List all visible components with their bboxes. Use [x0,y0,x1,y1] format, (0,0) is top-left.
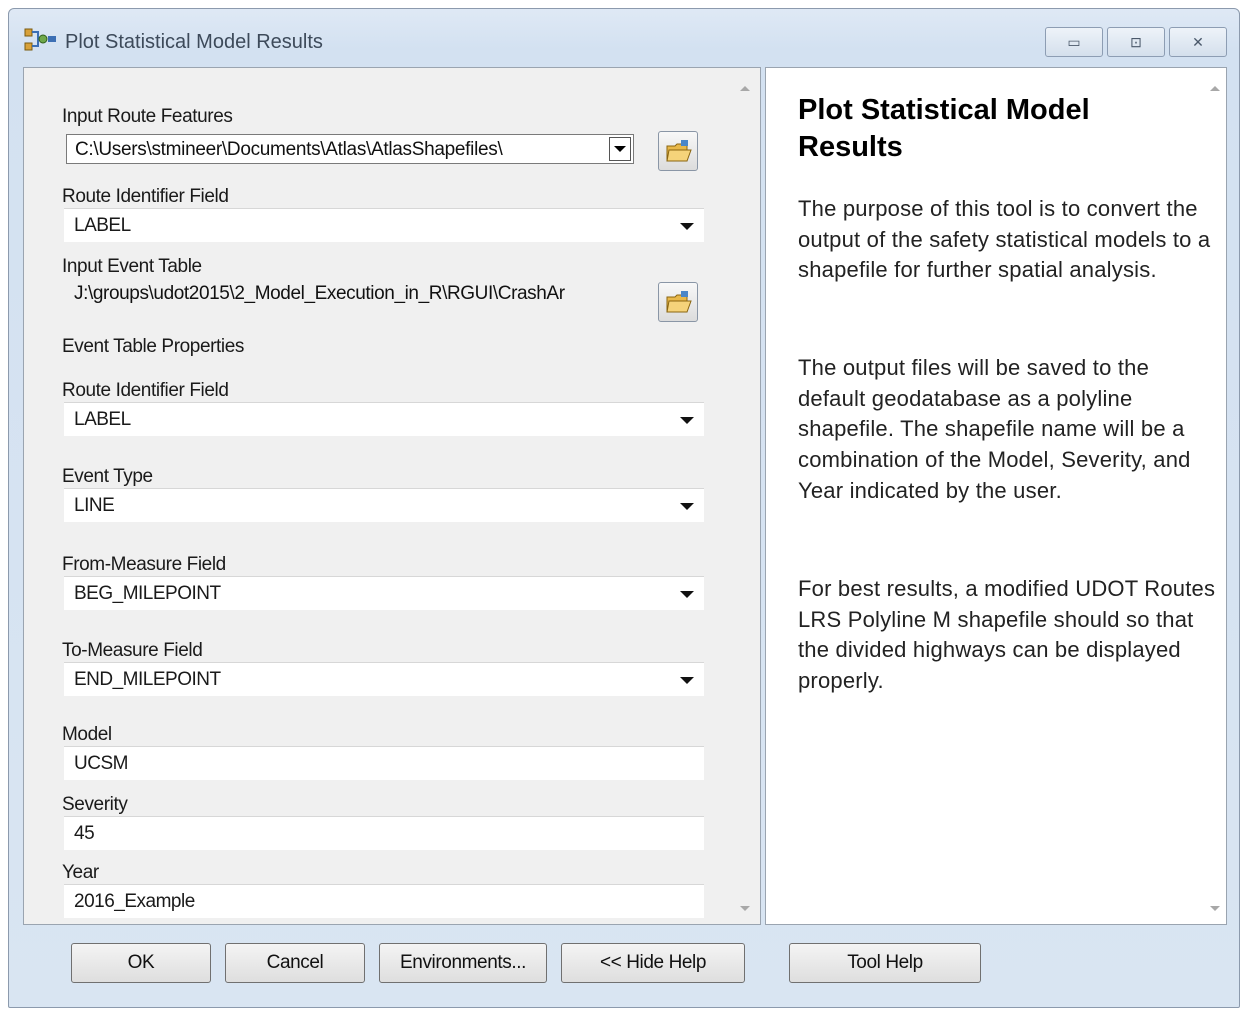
severity-input[interactable]: 45 [64,816,704,850]
from-measure-field-select[interactable]: BEG_MILEPOINT [64,576,704,610]
cancel-button[interactable]: Cancel [225,943,365,983]
year-label: Year [62,862,99,883]
environments-button[interactable]: Environments... [379,943,547,983]
tool-dialog-window: Plot Statistical Model Results ▭ ⊡ ✕ Inp… [8,8,1240,1008]
input-route-features-combobox[interactable]: C:\Users\stmineer\Documents\Atlas\AtlasS… [66,134,634,164]
input-route-features-value: C:\Users\stmineer\Documents\Atlas\AtlasS… [75,139,503,160]
from-measure-field-value: BEG_MILEPOINT [74,583,221,604]
to-measure-field-value: END_MILEPOINT [74,669,221,690]
chevron-down-icon[interactable] [680,417,694,424]
help-paragraph: The output files will be saved to the de… [798,355,1191,503]
model-tool-icon [24,28,56,51]
scroll-up-arrow-icon[interactable] [740,86,750,91]
severity-label: Severity [62,794,128,815]
tool-help-button[interactable]: Tool Help [789,943,981,983]
chevron-down-icon[interactable] [680,591,694,598]
browse-event-table-button[interactable] [658,282,698,322]
help-paragraph: The purpose of this tool is to convert t… [798,196,1211,283]
route-identifier-field-label: Route Identifier Field [62,186,229,207]
model-label: Model [62,724,112,745]
hide-help-button[interactable]: << Hide Help [561,943,745,983]
ok-button[interactable]: OK [71,943,211,983]
event-route-identifier-field-select[interactable]: LABEL [64,402,704,436]
maximize-button[interactable]: ⊡ [1107,27,1165,57]
open-folder-icon [666,140,692,162]
close-button[interactable]: ✕ [1169,27,1227,57]
event-type-value: LINE [74,495,115,516]
input-event-table-value: J:\groups\udot2015\2_Model_Execution_in_… [74,283,565,304]
chevron-down-icon[interactable] [609,137,631,161]
to-measure-field-label: To-Measure Field [62,640,203,661]
chevron-down-icon[interactable] [680,223,694,230]
help-pane: Plot Statistical Model Results The purpo… [765,67,1227,925]
scroll-down-arrow-icon[interactable] [740,906,750,911]
help-paragraph: For best results, a modified UDOT Routes… [798,576,1216,694]
event-table-properties-heading: Event Table Properties [62,336,245,357]
input-event-table-label: Input Event Table [62,256,202,277]
chevron-down-icon[interactable] [680,677,694,684]
severity-value: 45 [74,823,95,844]
title-bar[interactable]: Plot Statistical Model Results ▭ ⊡ ✕ [9,9,1239,67]
input-route-features-label: Input Route Features [62,106,233,127]
from-measure-field-label: From-Measure Field [62,554,226,575]
year-value: 2016_Example [74,891,195,912]
route-identifier-field-select[interactable]: LABEL [64,208,704,242]
open-folder-icon [666,291,692,313]
parameters-pane[interactable]: Input Route Features C:\Users\stmineer\D… [23,67,761,925]
minimize-button[interactable]: ▭ [1045,27,1103,57]
browse-route-features-button[interactable] [658,131,698,171]
model-value: UCSM [74,753,128,774]
scroll-down-arrow-icon[interactable] [1210,906,1220,911]
model-input[interactable]: UCSM [64,746,704,780]
chevron-down-icon[interactable] [680,503,694,510]
window-title: Plot Statistical Model Results [65,31,323,53]
event-route-identifier-field-label: Route Identifier Field [62,380,229,401]
event-type-label: Event Type [62,466,153,487]
year-input[interactable]: 2016_Example [64,884,704,918]
to-measure-field-select[interactable]: END_MILEPOINT [64,662,704,696]
input-event-table-field[interactable]: J:\groups\udot2015\2_Model_Execution_in_… [66,278,636,310]
route-identifier-field-value: LABEL [74,215,131,236]
event-route-identifier-field-value: LABEL [74,409,131,430]
scroll-up-arrow-icon[interactable] [1210,86,1220,91]
help-title: Plot Statistical Model Results [798,94,1090,163]
event-type-select[interactable]: LINE [64,488,704,522]
